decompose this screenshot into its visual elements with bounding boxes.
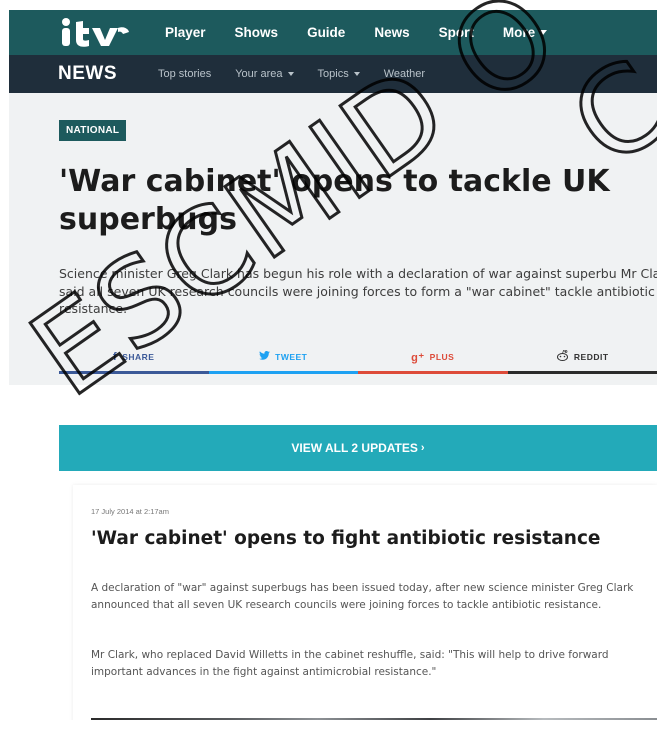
nav-more-label: More [502, 25, 536, 40]
nav-more[interactable]: More [502, 25, 548, 40]
view-all-updates-button[interactable]: VIEW ALL 2 UPDATES › [59, 425, 657, 471]
subnav-your-area-label: Your area [235, 68, 283, 80]
share-reddit-button[interactable]: REDDIT [507, 340, 657, 374]
sub-nav: Top stories Your area Topics Weather [158, 55, 449, 93]
nav-news[interactable]: News [374, 25, 409, 40]
google-plus-icon: g⁺ [411, 351, 425, 364]
nav-shows[interactable]: Shows [235, 25, 279, 40]
share-bar: f SHARE TWEET g⁺ PLUS REDDIT [59, 340, 657, 374]
update-image [91, 718, 657, 720]
category-badge[interactable]: NATIONAL [59, 120, 127, 141]
share-twitter-label: TWEET [275, 352, 308, 362]
subnav-weather[interactable]: Weather [384, 68, 425, 80]
update-timestamp: 17 July 2014 at 2:17am [91, 507, 169, 516]
share-facebook-button[interactable]: f SHARE [59, 340, 209, 374]
update-title[interactable]: 'War cabinet' opens to fight antibiotic … [91, 528, 651, 549]
reddit-icon [556, 350, 569, 364]
top-navigation-bar: Player Shows Guide News Sport More [9, 10, 657, 55]
article-standfirst: Science minister Greg Clark has begun hi… [59, 266, 657, 316]
news-section-label[interactable]: NEWS [58, 63, 117, 85]
share-twitter-button[interactable]: TWEET [208, 340, 359, 374]
update-paragraph-2: Mr Clark, who replaced David Willetts in… [91, 649, 609, 678]
nav-guide[interactable]: Guide [307, 25, 345, 40]
nav-sport[interactable]: Sport [439, 25, 474, 40]
subnav-topics[interactable]: Topics [318, 68, 360, 80]
chevron-down-icon [353, 72, 360, 76]
update-card: 17 July 2014 at 2:17am 'War cabinet' ope… [73, 485, 657, 720]
chevron-down-icon [539, 30, 548, 35]
share-googleplus-label: PLUS [429, 352, 455, 362]
news-sub-navigation: NEWS Top stories Your area Topics Weathe… [9, 55, 657, 93]
page-frame: Player Shows Guide News Sport More NEWS … [9, 10, 657, 720]
share-facebook-label: SHARE [122, 352, 155, 362]
share-reddit-label: REDDIT [573, 352, 609, 362]
chevron-right-icon: › [420, 442, 425, 454]
share-googleplus-button[interactable]: g⁺ PLUS [358, 340, 508, 374]
chevron-down-icon [287, 72, 294, 76]
twitter-icon [259, 351, 271, 363]
top-nav: Player Shows Guide News Sport More [165, 10, 548, 55]
facebook-icon: f [113, 351, 118, 363]
update-paragraph-1: A declaration of "war" against superbugs… [91, 582, 634, 611]
subnav-topics-label: Topics [317, 68, 349, 80]
view-all-updates-label: VIEW ALL 2 UPDATES [291, 441, 418, 455]
nav-player[interactable]: Player [165, 25, 206, 40]
subnav-your-area[interactable]: Your area [235, 68, 294, 80]
article-headline: 'War cabinet' opens to tackle UK superbu… [59, 164, 610, 237]
subnav-top-stories[interactable]: Top stories [158, 68, 211, 80]
itv-logo[interactable] [59, 16, 131, 50]
